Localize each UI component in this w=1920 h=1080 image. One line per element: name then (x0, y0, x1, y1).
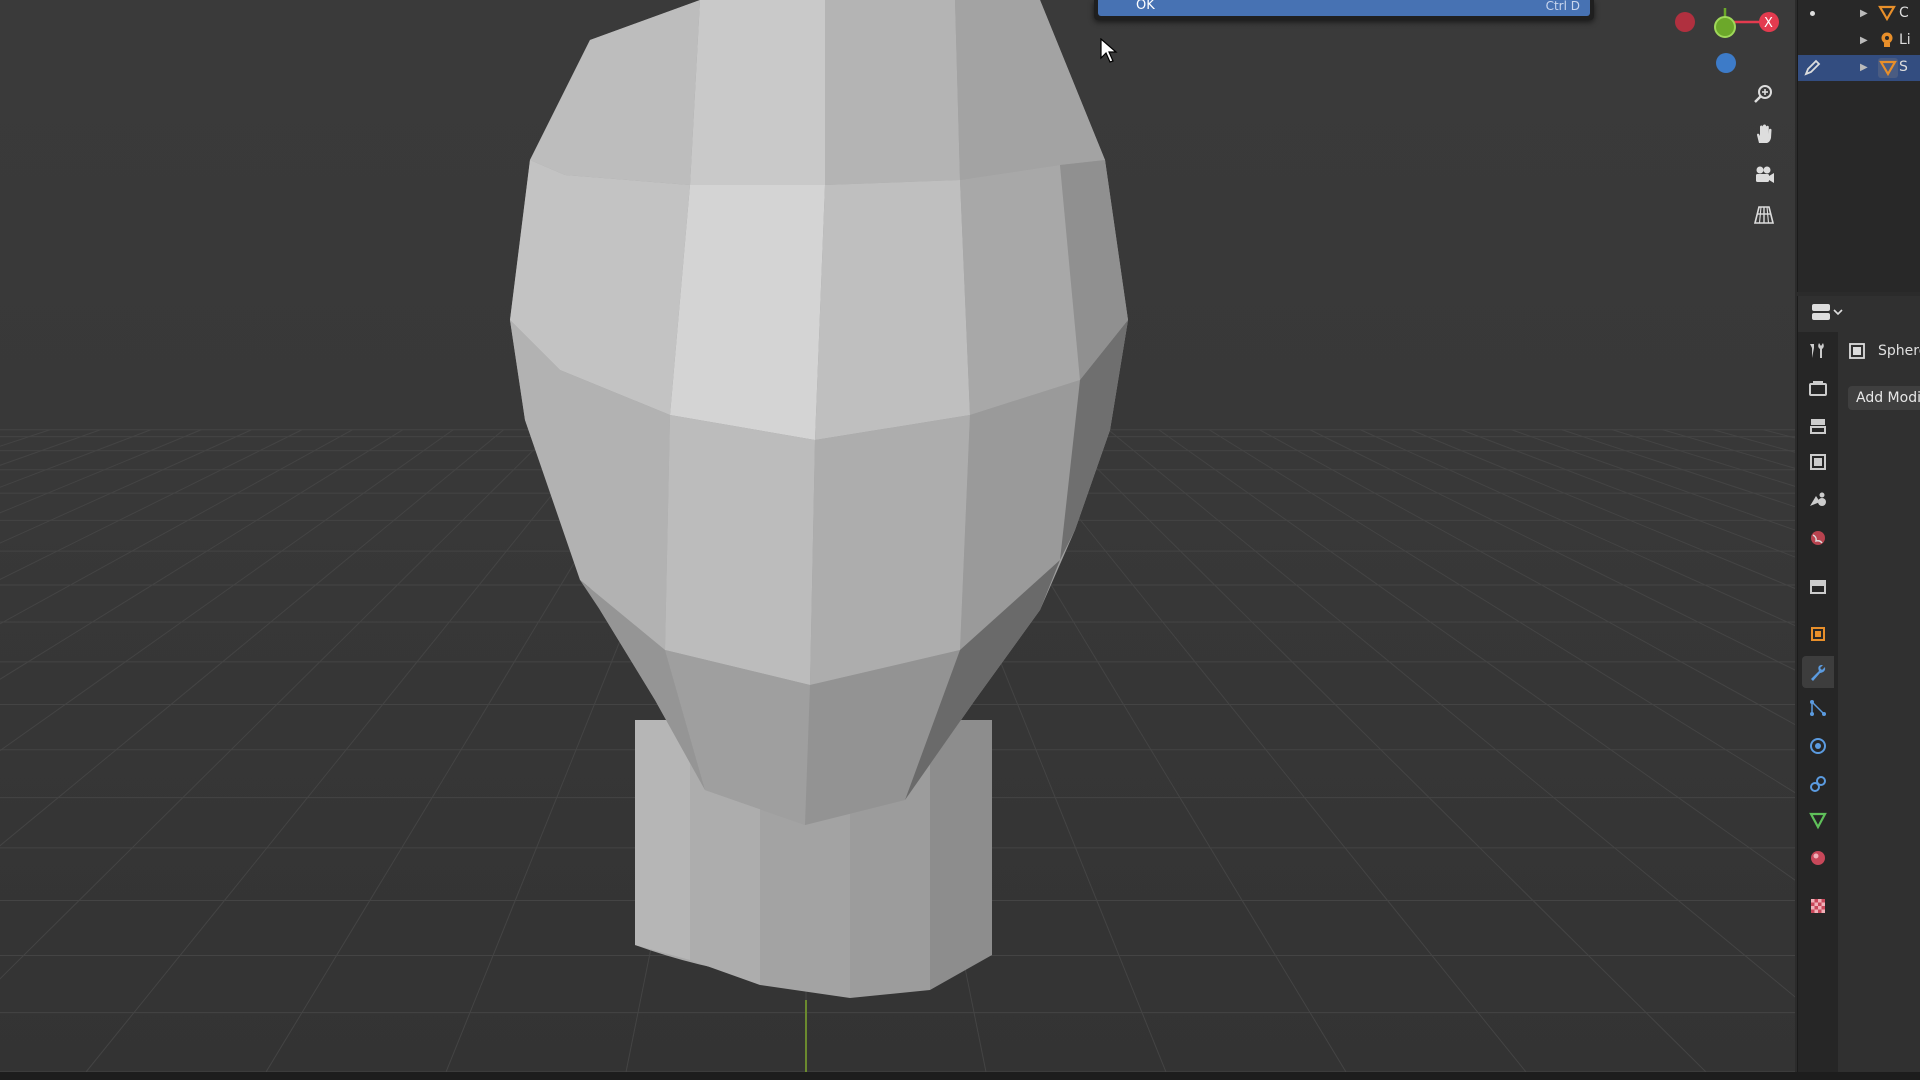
grid-line (0, 429, 252, 544)
z-axis-icon (1716, 53, 1736, 73)
properties-tab-bar (1798, 332, 1838, 1072)
expand-arrow-icon[interactable]: ▶ (1860, 8, 1868, 19)
object-box-icon (1849, 343, 1865, 359)
grid-line (1561, 429, 1795, 508)
zoom-icon[interactable] (1749, 79, 1779, 109)
object-icon[interactable] (1802, 618, 1834, 650)
grid-line (0, 429, 504, 847)
render-icon[interactable] (1802, 372, 1834, 404)
modifier-wrench-icon[interactable] (1802, 656, 1834, 688)
navigation-gizmo[interactable]: X (1665, 0, 1785, 80)
grid-line (1007, 429, 1527, 1072)
grid-line (85, 429, 605, 1072)
object-name-row: Sphere (1848, 340, 1920, 364)
grid-line (1511, 429, 1795, 531)
mouse-cursor-icon (1100, 38, 1118, 63)
add-modifier-button[interactable]: Add Modifier (1848, 386, 1920, 410)
grid-line (0, 429, 555, 980)
light-object-icon (1881, 32, 1893, 47)
expand-arrow-icon[interactable]: ▶ (1860, 35, 1868, 46)
outliner-row-light[interactable]: ▶ Li (1798, 28, 1920, 54)
ok-shortcut: Ctrl D (1545, 0, 1580, 13)
scene-icon[interactable] (1802, 484, 1834, 516)
grid-line (0, 429, 202, 514)
camera-object-icon (1878, 5, 1896, 22)
object-data-icon[interactable] (1802, 804, 1834, 836)
outliner-panel: ▶ C ▶ Li ▶ S (1797, 0, 1920, 292)
grid-line (1662, 429, 1795, 469)
properties-editor: Sphere Add Modifier (1797, 296, 1920, 1072)
collection-icon[interactable] (1802, 570, 1834, 602)
object-name[interactable]: Sphere (1878, 343, 1920, 359)
physics-icon[interactable] (1802, 730, 1834, 762)
x-axis-label: X (1764, 16, 1773, 31)
material-icon[interactable] (1802, 842, 1834, 874)
scene-canvas (0, 0, 1795, 1072)
grid-line (1763, 429, 1795, 439)
outliner-row-sphere[interactable]: ▶ S (1798, 55, 1920, 81)
grid-line (0, 429, 303, 580)
outliner-label: Li (1899, 32, 1911, 48)
camera-icon[interactable] (1749, 160, 1779, 190)
view-layer-icon[interactable] (1802, 446, 1834, 478)
grid-line (0, 429, 404, 680)
output-icon[interactable] (1802, 410, 1834, 442)
ok-label: OK (1136, 0, 1155, 13)
particles-icon[interactable] (1802, 692, 1834, 724)
texture-icon[interactable] (1802, 890, 1834, 922)
outliner-row-camera[interactable]: ▶ C (1798, 1, 1920, 27)
world-icon[interactable] (1802, 522, 1834, 554)
grid-line (0, 429, 454, 752)
grid-line (1461, 429, 1795, 558)
grid-line (0, 429, 151, 488)
tool-icon[interactable] (1802, 334, 1834, 366)
confirm-popup: OK Ctrl D (1094, 0, 1594, 20)
grid-line (1208, 429, 1795, 794)
perspective-grid-icon[interactable] (1749, 200, 1779, 230)
edit-pencil-icon[interactable] (1802, 58, 1822, 78)
outliner-label: S (1899, 59, 1908, 75)
status-bar (0, 1072, 1920, 1080)
mesh-object-icon (1878, 58, 1898, 78)
grid-line (1108, 429, 1795, 998)
ok-button[interactable]: OK Ctrl D (1098, 0, 1590, 16)
visibility-dot-icon (1810, 11, 1815, 16)
y-axis-icon (1714, 16, 1736, 38)
grid-line (1158, 429, 1795, 881)
expand-arrow-icon[interactable]: ▶ (1860, 62, 1868, 73)
hand-pan-icon[interactable] (1749, 119, 1779, 149)
editor-type-icon[interactable] (1808, 300, 1844, 324)
constraints-icon[interactable] (1802, 768, 1834, 800)
3d-viewport[interactable]: OK Ctrl D X (0, 0, 1795, 1072)
grid-line (1057, 429, 1707, 1072)
grid-line (0, 429, 101, 466)
grid-line (1612, 429, 1795, 487)
grid-line (1309, 429, 1795, 671)
neg-x-axis-icon (1675, 12, 1695, 32)
grid-line (1360, 429, 1795, 627)
grid-line (0, 429, 51, 447)
grid-line (1410, 429, 1795, 589)
outliner-label: C (1899, 5, 1909, 21)
grid-line (0, 429, 353, 625)
head-mesh (510, 0, 1128, 825)
